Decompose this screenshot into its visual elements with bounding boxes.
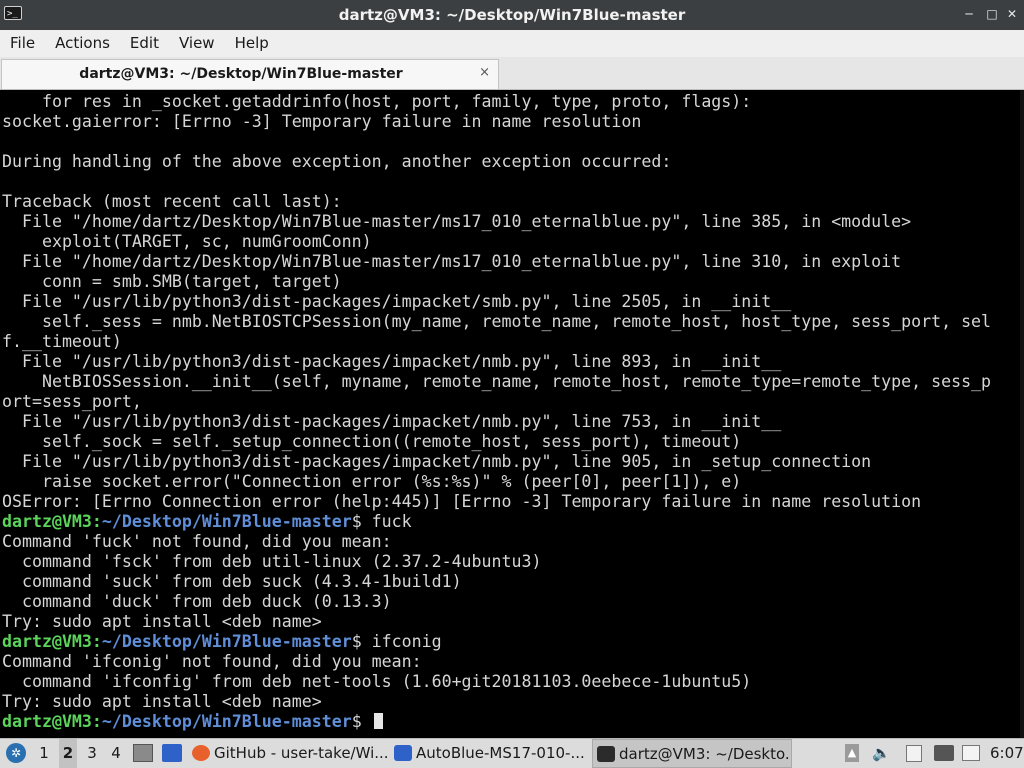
prompt-path: ~/Desktop/Win7Blue-master xyxy=(101,632,352,651)
shell-prompt-line: dartz@VM3:~/Desktop/Win7Blue-master$ fuc… xyxy=(2,512,412,531)
maximize-icon[interactable]: □ xyxy=(985,7,999,21)
terminal-output[interactable]: for res in _socket.getaddrinfo(host, por… xyxy=(0,90,1024,738)
task-firefox[interactable]: GitHub - user-take/Wi... xyxy=(192,739,388,768)
menu-help[interactable]: Help xyxy=(225,30,279,57)
show-desktop-icon[interactable] xyxy=(133,744,153,762)
prompt-user: dartz@VM3 xyxy=(2,512,92,531)
prompt-symbol: $ xyxy=(351,512,372,531)
tab-label: dartz@VM3: ~/Desktop/Win7Blue-master xyxy=(79,66,403,82)
terminal-line: Try: sudo apt install <deb name> xyxy=(2,612,322,631)
file-manager-icon[interactable] xyxy=(162,744,182,762)
terminal-line: File "/usr/lib/python3/dist-packages/imp… xyxy=(2,452,872,471)
prompt-path: ~/Desktop/Win7Blue-master xyxy=(101,712,352,731)
notification-icon[interactable] xyxy=(962,745,980,761)
terminal-line: conn = smb.SMB(target, target) xyxy=(2,272,342,291)
command-text: ifconig xyxy=(371,632,442,651)
terminal-line: f.__timeout) xyxy=(2,332,122,351)
task-terminal[interactable]: dartz@VM3: ~/Deskto... xyxy=(592,739,792,768)
terminal-line: File "/home/dartz/Desktop/Win7Blue-maste… xyxy=(2,212,912,231)
terminal-line: File "/usr/lib/python3/dist-packages/imp… xyxy=(2,292,792,311)
scrollbar[interactable] xyxy=(1020,90,1024,738)
terminal-line: File "/home/dartz/Desktop/Win7Blue-maste… xyxy=(2,252,902,271)
clipboard-icon[interactable] xyxy=(906,745,922,762)
workspace-1[interactable]: 1 xyxy=(35,739,53,768)
prompt-path: ~/Desktop/Win7Blue-master xyxy=(101,512,352,531)
clock[interactable]: 6:07 xyxy=(990,739,1024,768)
workspace-3[interactable]: 3 xyxy=(83,739,101,768)
taskbar: ✲ 1 2 3 4 GitHub - user-take/Wi... AutoB… xyxy=(0,738,1024,768)
upload-icon[interactable]: ▲ xyxy=(845,744,859,762)
terminal-line: command 'duck' from deb duck (0.13.3) xyxy=(2,592,392,611)
network-icon[interactable] xyxy=(934,745,954,761)
terminal-line: exploit(TARGET, sc, numGroomConn) xyxy=(2,232,372,251)
prompt-user: dartz@VM3 xyxy=(2,712,92,731)
tab-close-icon[interactable]: × xyxy=(479,60,490,86)
firefox-icon xyxy=(192,745,210,761)
lxqt-start-icon[interactable]: ✲ xyxy=(6,743,26,763)
window-title: dartz@VM3: ~/Desktop/Win7Blue-master xyxy=(338,6,686,24)
menu-file[interactable]: File xyxy=(0,30,45,57)
menu-bar: File Actions Edit View Help xyxy=(0,30,1024,57)
task-autoblue[interactable]: AutoBlue-MS17-010-... xyxy=(394,739,590,768)
command-text: fuck xyxy=(371,512,412,531)
terminal-line: Command 'ifconig' not found, did you mea… xyxy=(2,652,422,671)
workspace-2[interactable]: 2 xyxy=(59,739,77,768)
terminal-line: for res in _socket.getaddrinfo(host, por… xyxy=(2,92,752,111)
minimize-icon[interactable]: ─ xyxy=(962,7,976,21)
terminal-line: ort=sess_port, xyxy=(2,392,142,411)
terminal-line: self._sock = self._setup_connection((rem… xyxy=(2,432,742,451)
terminal-line: Command 'fuck' not found, did you mean: xyxy=(2,532,392,551)
terminal-line: command 'ifconfig' from deb net-tools (1… xyxy=(2,672,752,691)
menu-actions[interactable]: Actions xyxy=(45,30,120,57)
terminal-line: raise socket.error("Connection error (%s… xyxy=(2,472,742,491)
terminal-line: Try: sudo apt install <deb name> xyxy=(2,692,322,711)
task-label: dartz@VM3: ~/Deskto... xyxy=(619,745,792,763)
shell-prompt-line: dartz@VM3:~/Desktop/Win7Blue-master$ ifc… xyxy=(2,632,442,651)
volume-icon[interactable]: 🔈 xyxy=(872,739,891,768)
terminal-line: File "/usr/lib/python3/dist-packages/imp… xyxy=(2,412,782,431)
terminal-line: File "/usr/lib/python3/dist-packages/imp… xyxy=(2,352,782,371)
terminal-line: command 'fsck' from deb util-linux (2.37… xyxy=(2,552,542,571)
terminal-line: Traceback (most recent call last): xyxy=(2,192,342,211)
terminal-line: socket.gaierror: [Errno -3] Temporary fa… xyxy=(2,112,642,131)
terminal-line: NetBIOSSession.__init__(self, myname, re… xyxy=(2,372,992,391)
menu-view[interactable]: View xyxy=(169,30,225,57)
terminal-line: OSError: [Errno Connection error (help:4… xyxy=(2,492,922,511)
terminal-cursor[interactable] xyxy=(373,713,383,729)
task-label: GitHub - user-take/Wi... xyxy=(214,744,388,762)
window-titlebar[interactable]: >_ dartz@VM3: ~/Desktop/Win7Blue-master … xyxy=(0,0,1024,30)
prompt-user: dartz@VM3 xyxy=(2,632,92,651)
task-label: AutoBlue-MS17-010-... xyxy=(416,744,585,762)
terminal-icon xyxy=(597,746,615,762)
close-icon[interactable]: ✕ xyxy=(1005,7,1019,21)
shell-prompt-line: dartz@VM3:~/Desktop/Win7Blue-master$ xyxy=(2,712,383,732)
tab-bar: dartz@VM3: ~/Desktop/Win7Blue-master × xyxy=(0,57,1024,90)
terminal-line: self._sess = nmb.NetBIOSTCPSession(my_na… xyxy=(2,312,992,331)
terminal-tab[interactable]: dartz@VM3: ~/Desktop/Win7Blue-master × xyxy=(1,59,499,89)
window-icon xyxy=(394,745,412,761)
prompt-symbol: $ xyxy=(351,712,372,731)
menu-edit[interactable]: Edit xyxy=(120,30,169,57)
prompt-symbol: $ xyxy=(351,632,372,651)
terminal-line: command 'suck' from deb suck (4.3.4-1bui… xyxy=(2,572,462,591)
workspace-4[interactable]: 4 xyxy=(107,739,125,768)
terminal-line: During handling of the above exception, … xyxy=(2,152,672,171)
